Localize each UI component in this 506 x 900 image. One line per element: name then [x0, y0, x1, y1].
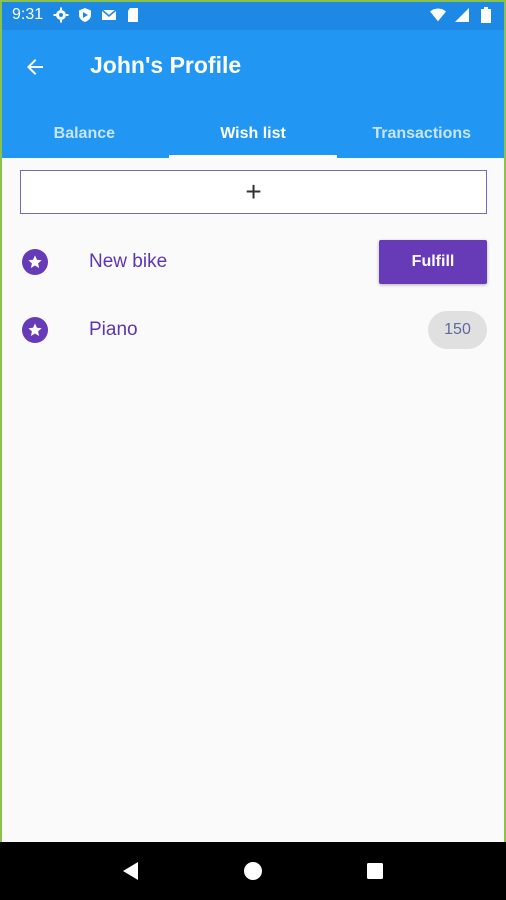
gmail-icon [101, 7, 117, 23]
star-icon [22, 317, 48, 343]
status-bar: 9:31 [0, 0, 506, 30]
arrow-left-icon [27, 59, 43, 75]
star-icon [22, 249, 48, 275]
settings-icon [53, 7, 69, 23]
wish-list-item[interactable]: New bike Fulfill [0, 232, 506, 292]
home-circle-icon [244, 862, 262, 880]
page-title: John's Profile [90, 52, 242, 78]
nav-back-button[interactable] [111, 851, 151, 891]
sd-card-icon [125, 7, 141, 23]
back-triangle-icon [123, 862, 138, 880]
status-time: 9:31 [12, 6, 44, 23]
plus-icon: + [245, 176, 262, 207]
status-icons-left [53, 7, 141, 23]
recents-square-icon [367, 863, 383, 879]
wifi-icon [430, 7, 446, 23]
signal-icon [454, 7, 470, 23]
wish-item-label: Piano [89, 319, 138, 340]
add-wish-button[interactable]: + [20, 170, 487, 214]
system-nav-bar [0, 842, 506, 900]
back-arrow-button[interactable] [18, 50, 52, 84]
battery-icon [478, 7, 494, 23]
wish-item-label: New bike [89, 251, 168, 272]
shield-icon [77, 7, 93, 23]
price-badge: 150 [428, 311, 487, 349]
nav-recents-button[interactable] [355, 851, 395, 891]
wish-list-item[interactable]: Piano 150 [0, 300, 506, 360]
nav-home-button[interactable] [233, 851, 273, 891]
app-bar: John's Profile Balance Wish list Transac… [0, 30, 506, 158]
tab-wish-list[interactable]: Wish list [168, 110, 338, 158]
fulfill-button[interactable]: Fulfill [379, 240, 487, 284]
tab-transactions[interactable]: Transactions [337, 110, 506, 158]
tab-balance[interactable]: Balance [0, 110, 169, 158]
tab-bar: Balance Wish list Transactions [0, 110, 506, 158]
status-icons-right [430, 7, 494, 23]
